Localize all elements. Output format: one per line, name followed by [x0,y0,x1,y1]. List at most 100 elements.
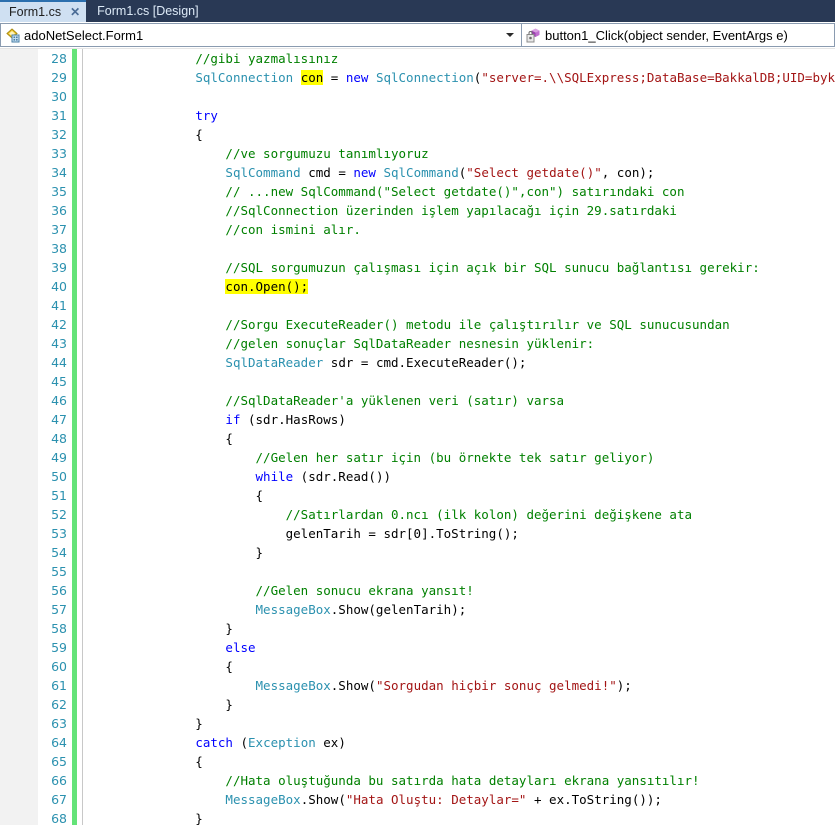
code-token: try [195,108,218,123]
code-line[interactable]: 52 //Satırlardan 0.ncı (ilk kolon) değer… [0,505,835,524]
gutter-separator [77,809,87,825]
code-token: gelenTarih = sdr[0].ToString(); [105,526,519,541]
line-number: 31 [51,108,67,123]
gutter-separator [77,258,87,277]
code-editor[interactable]: 28 //gibi yazmalısınız 29 SqlConnection c… [0,49,835,825]
code-token: .Show( [330,678,376,693]
code-line[interactable]: 53 gelenTarih = sdr[0].ToString(); [0,524,835,543]
code-line[interactable]: 60 { [0,657,835,676]
line-number: 28 [51,51,67,66]
gutter-separator [77,714,87,733]
code-token: + ex.ToString()); [526,792,662,807]
code-line[interactable]: 34 SqlCommand cmd = new SqlCommand("Sele… [0,163,835,182]
gutter-separator [77,695,87,714]
code-line[interactable]: 67 MessageBox.Show("Hata Oluştu: Detayla… [0,790,835,809]
code-line[interactable]: 31 try [0,106,835,125]
code-text: //SQL sorgumuzun çalışması için açık bir… [87,258,835,277]
code-line[interactable]: 49 //Gelen her satır için (bu örnekte te… [0,448,835,467]
code-lines-container: 28 //gibi yazmalısınız 29 SqlConnection c… [0,49,835,825]
code-line[interactable]: 55 [0,562,835,581]
code-line[interactable]: 35 // ...new SqlCommand("Select getdate(… [0,182,835,201]
code-token: SqlConnection [375,70,474,85]
chevron-down-icon[interactable] [506,33,514,37]
code-line[interactable]: 45 [0,372,835,391]
code-line[interactable]: 65 { [0,752,835,771]
code-line[interactable]: 38 [0,239,835,258]
code-line[interactable]: 33 //ve sorgumuzu tanımlıyoruz [0,144,835,163]
method-private-icon [526,27,542,43]
gutter-separator [77,562,87,581]
code-line[interactable]: 39 //SQL sorgumuzun çalışması için açık … [0,258,835,277]
code-token: //con ismini alır. [225,222,361,237]
gutter-separator [77,315,87,334]
code-text: //Sorgu ExecuteReader() metodu ile çalış… [87,315,835,334]
code-line[interactable]: 64 catch (Exception ex) [0,733,835,752]
class-dropdown[interactable]: adoNetSelect.Form1 [0,23,521,47]
gutter-separator [77,391,87,410]
code-line[interactable]: 62 } [0,695,835,714]
code-line[interactable]: 54 } [0,543,835,562]
line-number: 40 [51,279,67,294]
code-line[interactable]: 43 //gelen sonuçlar SqlDataReader nesnes… [0,334,835,353]
class-dropdown-value: adoNetSelect.Form1 [24,27,144,43]
code-line[interactable]: 29 SqlConnection con = new SqlConnection… [0,68,835,87]
code-token: MessageBox [255,678,331,693]
gutter-separator [77,733,87,752]
code-token: , con); [601,165,655,180]
line-number: 57 [51,602,67,617]
code-line[interactable]: 63 } [0,714,835,733]
code-line[interactable]: 36 //SqlConnection üzerinden işlem yapıl… [0,201,835,220]
code-line[interactable]: 41 [0,296,835,315]
code-line[interactable]: 47 if (sdr.HasRows) [0,410,835,429]
code-token: new [353,165,376,180]
code-line[interactable]: 28 //gibi yazmalısınız [0,49,835,68]
gutter-separator [77,49,87,68]
code-line[interactable]: 59 else [0,638,835,657]
code-line[interactable]: 30 [0,87,835,106]
close-icon[interactable]: ✕ [70,6,80,18]
code-line[interactable]: 37 //con ismini alır. [0,220,835,239]
code-token: } [105,697,233,712]
tab-form1-cs-design[interactable]: Form1.cs [Design] [86,0,208,22]
line-number: 64 [51,735,67,750]
code-line[interactable]: 50 while (sdr.Read()) [0,467,835,486]
code-token: "server=.\\SQLExpress;DataBase=BakkalDB;… [481,70,835,85]
code-line[interactable]: 66 //Hata oluştuğunda bu satırda hata de… [0,771,835,790]
code-line[interactable]: 57 MessageBox.Show(gelenTarih); [0,600,835,619]
line-number: 29 [51,70,67,85]
gutter-separator [77,201,87,220]
gutter-separator [77,277,87,296]
code-token: } [105,621,233,636]
code-token: { [105,127,203,142]
code-line[interactable]: 51 { [0,486,835,505]
code-token: ex) [315,735,346,750]
code-line[interactable]: 40 con.Open(); [0,277,835,296]
code-line[interactable]: 44 SqlDataReader sdr = cmd.ExecuteReader… [0,353,835,372]
code-line[interactable]: 48 { [0,429,835,448]
code-token: Exception [248,735,316,750]
code-token: //gelen sonuçlar SqlDataReader nesnesin … [225,336,595,351]
member-dropdown[interactable]: button1_Click(object sender, EventArgs e… [521,23,835,47]
code-line[interactable]: 58 } [0,619,835,638]
tab-form1-cs[interactable]: Form1.cs ✕ [0,0,87,22]
code-line[interactable]: 32 { [0,125,835,144]
code-token: ); [616,678,632,693]
code-line[interactable]: 61 MessageBox.Show("Sorgudan hiçbir sonu… [0,676,835,695]
code-token: MessageBox [255,602,331,617]
line-number: 35 [51,184,67,199]
code-line[interactable]: 46 //SqlDataReader'a yüklenen veri (satı… [0,391,835,410]
line-number: 66 [51,773,67,788]
code-line[interactable]: 68 } [0,809,835,825]
code-line[interactable]: 42 //Sorgu ExecuteReader() metodu ile ça… [0,315,835,334]
code-line[interactable]: 56 //Gelen sonucu ekrana yansıt! [0,581,835,600]
line-number: 68 [51,811,67,825]
